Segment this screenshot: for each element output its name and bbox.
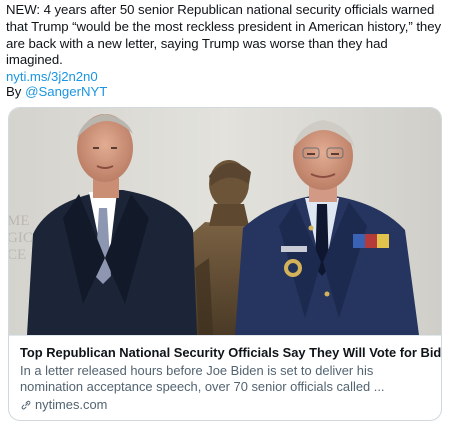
svg-text:ME: ME <box>9 213 30 229</box>
card-body[interactable]: Top Republican National Security Officia… <box>9 335 441 420</box>
card-description: In a letter released hours before Joe Bi… <box>20 363 385 394</box>
link-preview-card[interactable]: ME GIC CE <box>8 107 442 421</box>
tweet-text: NEW: 4 years after 50 senior Republican … <box>6 2 446 86</box>
author-handle-link[interactable]: @SangerNYT <box>25 84 107 99</box>
link-icon <box>21 400 31 410</box>
card-domain-text[interactable]: nytimes.com <box>35 397 107 413</box>
tweet-body: NEW: 4 years after 50 senior Republican … <box>6 2 442 68</box>
tweet: NEW: 4 years after 50 senior Republican … <box>0 0 450 428</box>
svg-text:GIC: GIC <box>9 230 33 246</box>
svg-text:CE: CE <box>9 247 26 263</box>
card-image[interactable]: ME GIC CE <box>9 108 441 335</box>
card-title[interactable]: Top Republican National Security Officia… <box>20 345 441 361</box>
byline-prefix: By <box>6 84 26 99</box>
card-domain[interactable]: nytimes.com <box>20 397 107 413</box>
byline: By @SangerNYT <box>6 84 107 100</box>
tweet-link[interactable]: nyti.ms/3j2n2n0 <box>6 69 98 84</box>
